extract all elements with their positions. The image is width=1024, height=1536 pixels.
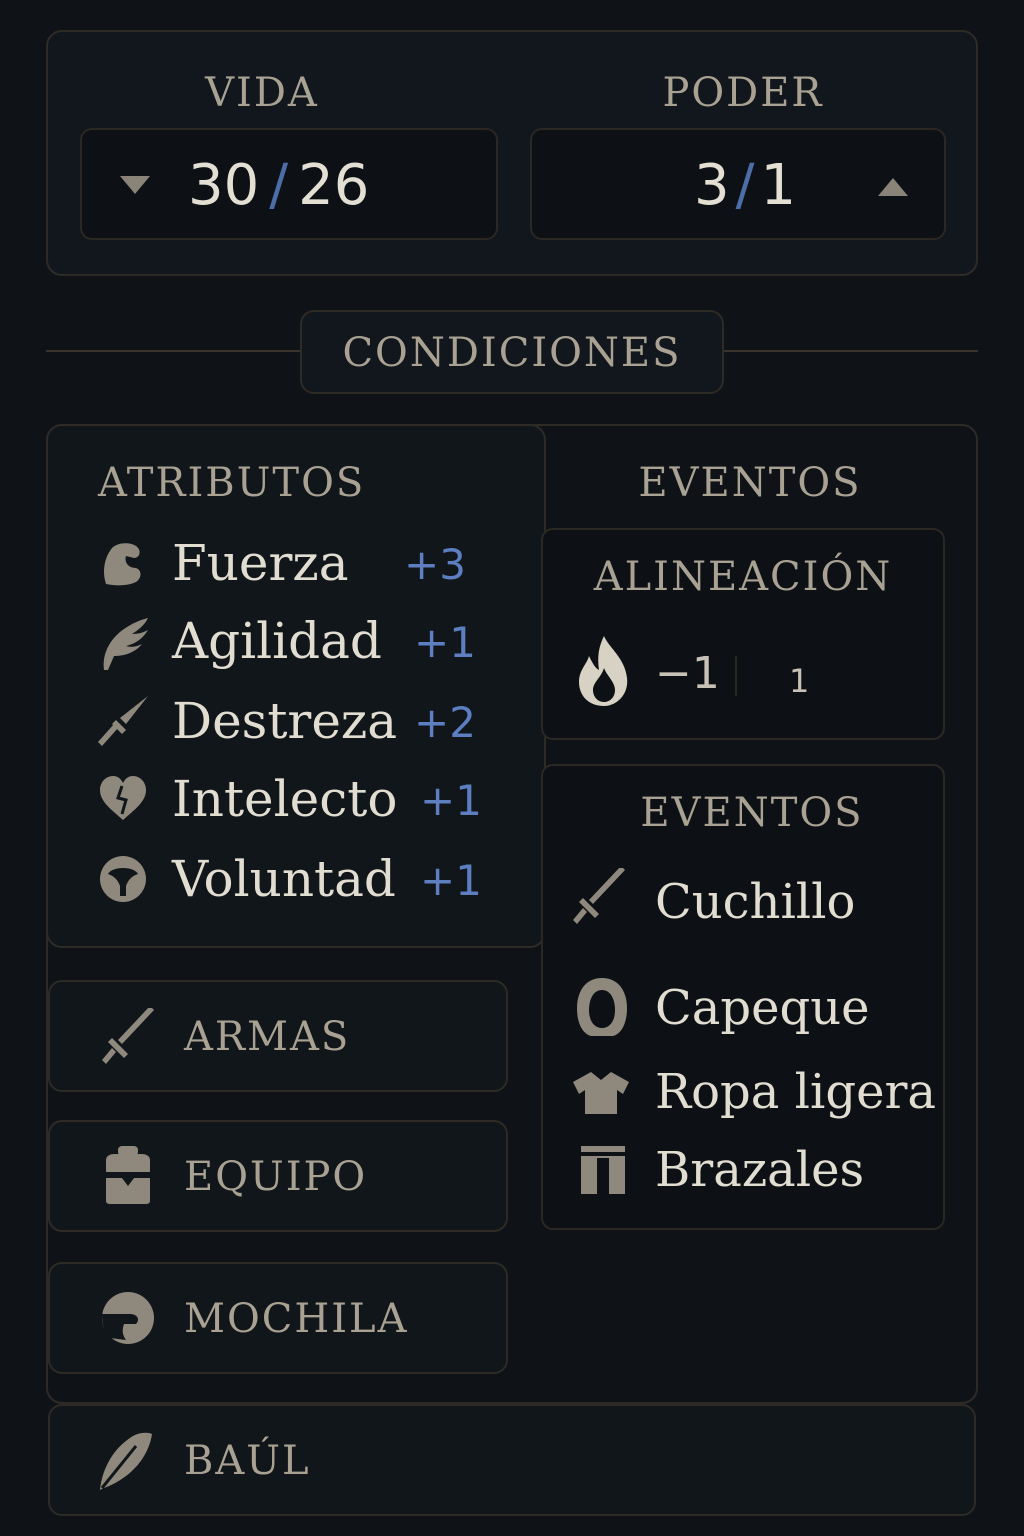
conditions-divider-left	[46, 350, 302, 352]
arm-icon	[104, 543, 141, 586]
vida-label: VIDA	[205, 70, 319, 116]
alignment-value-left: −1	[655, 648, 720, 699]
conditions-divider-right	[722, 350, 978, 352]
attr-name: Intelecto	[172, 770, 398, 828]
attributes-title: ATRIBUTOS	[98, 460, 366, 506]
menu-button-label: ARMAS	[184, 1014, 351, 1060]
increase-arrow-icon[interactable]	[876, 176, 910, 198]
menu-button-baul[interactable]: BAÚL	[48, 1404, 976, 1516]
events-title: EVENTOS	[640, 790, 864, 836]
alignment-box: ALINEACIÓN −1 1	[541, 528, 945, 740]
feather-icon	[100, 1432, 152, 1490]
attr-value: +3	[404, 540, 466, 589]
menu-button-equipo[interactable]: EQUIPO	[48, 1120, 508, 1232]
conditions-button[interactable]: CONDICIONES	[300, 310, 724, 394]
poder-max: 1	[760, 153, 797, 218]
menu-button-mochila[interactable]: MOCHILA	[48, 1262, 508, 1374]
sword-icon	[573, 868, 625, 924]
alignment-divider	[735, 656, 737, 696]
dagger-icon	[98, 696, 148, 746]
event-item-label: Ropa ligera	[655, 1064, 937, 1120]
attr-name: Agilidad	[172, 612, 382, 670]
menu-button-armas[interactable]: ARMAS	[48, 980, 508, 1092]
wing-icon	[103, 618, 148, 670]
event-item-label: Capeque	[655, 980, 870, 1036]
sword-icon	[102, 1008, 154, 1064]
vida-max: 26	[298, 153, 370, 218]
heart-icon	[100, 776, 146, 820]
alignment-title: ALINEACIÓN	[593, 554, 893, 600]
attributes-box: ATRIBUTOS Fuerza +3 Agilidad +1 Destreza…	[46, 424, 546, 948]
menu-button-label: BAÚL	[184, 1438, 311, 1484]
conditions-label: CONDICIONES	[342, 330, 682, 376]
attr-value: +1	[420, 856, 482, 905]
attr-value: +1	[420, 776, 482, 825]
attr-value: +2	[414, 698, 476, 747]
hood-icon	[577, 978, 627, 1036]
menu-button-label: EQUIPO	[184, 1154, 368, 1200]
attr-name: Fuerza	[172, 534, 349, 592]
event-item-label: Cuchillo	[655, 874, 856, 930]
event-item-label: Brazales	[655, 1142, 865, 1198]
menu-button-label: MOCHILA	[184, 1296, 409, 1342]
bag-icon	[102, 1292, 154, 1344]
stats-panel: VIDA PODER 30/26 3/1	[46, 30, 978, 276]
decrease-arrow-icon[interactable]	[118, 174, 152, 196]
attr-name: Voluntad	[172, 850, 396, 908]
poder-separator: /	[735, 153, 755, 218]
poder-current: 3	[694, 153, 730, 218]
attr-name: Destreza	[172, 692, 398, 750]
vida-separator: /	[269, 153, 289, 218]
bracers-icon	[581, 1146, 625, 1194]
poder-field[interactable]: 3/1	[530, 128, 946, 240]
attr-value: +1	[414, 618, 476, 667]
mask-icon	[100, 856, 146, 902]
fire-icon	[579, 636, 628, 706]
backpack-icon	[106, 1146, 150, 1204]
shirt-icon	[573, 1072, 629, 1114]
vida-current: 30	[188, 153, 260, 218]
alignment-value-right: 1	[789, 662, 810, 700]
events-header: EVENTOS	[638, 460, 862, 506]
events-box: EVENTOS Cuchillo Capeque Ropa ligera Bra…	[541, 764, 945, 1230]
poder-label: PODER	[662, 70, 824, 116]
vida-field[interactable]: 30/26	[80, 128, 498, 240]
